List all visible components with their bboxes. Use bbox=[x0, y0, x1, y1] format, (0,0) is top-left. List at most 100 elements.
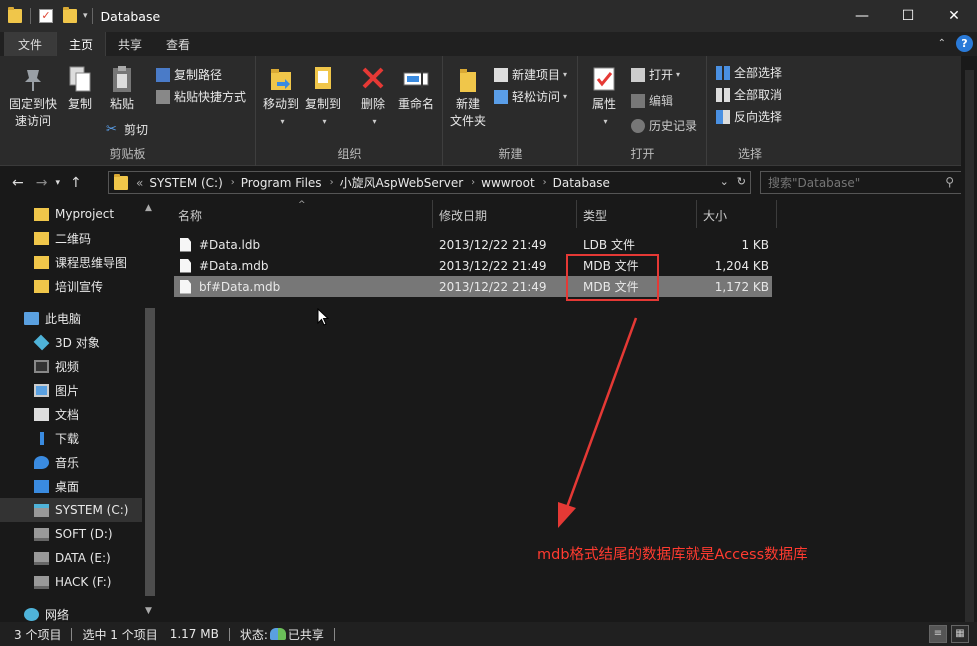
column-divider[interactable] bbox=[776, 200, 777, 228]
nav-item-label: 课程思维导图 bbox=[55, 255, 128, 270]
move-to-button[interactable]: 移动到 ▾ bbox=[261, 64, 301, 130]
up-arrow-icon[interactable]: ↑ bbox=[70, 175, 82, 191]
refresh-icon[interactable]: ↻ bbox=[737, 175, 746, 188]
address-dropdown-icon[interactable]: ⌄ bbox=[720, 175, 729, 188]
nav-item[interactable]: 视频 bbox=[0, 354, 143, 378]
history-button[interactable]: 历史记录 bbox=[631, 117, 697, 134]
new-folder-label-2: 文件夹 bbox=[449, 114, 486, 128]
nav-item[interactable]: 下载 bbox=[0, 426, 143, 450]
properties-icon[interactable]: ✓ bbox=[39, 9, 53, 23]
crumb-aspwebserver[interactable]: 小旋风AspWebServer bbox=[340, 174, 464, 191]
nav-item[interactable]: DATA (E:) bbox=[0, 546, 143, 570]
paste-shortcut-button[interactable]: 粘贴快捷方式 bbox=[156, 88, 246, 105]
nav-item[interactable]: HACK (F:) bbox=[0, 570, 143, 594]
tab-file[interactable]: 文件 bbox=[4, 32, 57, 56]
nav-item[interactable]: SYSTEM (C:) bbox=[0, 498, 143, 522]
file-row[interactable]: #Data.mdb 2013/12/22 21:49 MDB 文件 1,204 KB bbox=[174, 255, 772, 276]
clipboard-group-label: 剪贴板 bbox=[109, 147, 146, 161]
help-icon[interactable]: ? bbox=[956, 35, 973, 52]
search-box: ⚲ bbox=[760, 171, 963, 194]
file-row[interactable]: #Data.ldb 2013/12/22 21:49 LDB 文件 1 KB bbox=[174, 234, 772, 255]
overflow-crumb[interactable]: « bbox=[136, 176, 143, 190]
column-header-type[interactable]: 类型 bbox=[583, 200, 607, 230]
address-bar[interactable]: « SYSTEM (C:) › Program Files › 小旋风AspWe… bbox=[108, 171, 751, 194]
nav-scrollbar[interactable]: ▲ ▼ bbox=[142, 200, 157, 622]
back-arrow-icon[interactable]: ← bbox=[12, 175, 24, 191]
open-label: 打开 bbox=[649, 68, 674, 82]
edit-button[interactable]: 编辑 bbox=[631, 92, 673, 109]
highlight-box bbox=[566, 254, 659, 301]
select-none-button[interactable]: 全部取消 bbox=[716, 86, 782, 103]
customize-quick-access-icon[interactable]: ▾ bbox=[83, 11, 88, 21]
nav-item[interactable]: 图片 bbox=[0, 378, 143, 402]
select-all-button[interactable]: 全部选择 bbox=[716, 64, 782, 81]
crumb-wwwroot[interactable]: wwwroot bbox=[481, 176, 535, 190]
collapse-ribbon-icon[interactable]: ⌃ bbox=[938, 38, 946, 49]
properties-button[interactable]: 属性 ▾ bbox=[585, 64, 623, 130]
crumb-system-drive[interactable]: SYSTEM (C:) bbox=[149, 176, 222, 190]
copy-path-label: 复制路径 bbox=[174, 68, 223, 82]
open-button[interactable]: 打开 ▾ bbox=[631, 66, 680, 83]
nav-scroll-thumb[interactable] bbox=[145, 308, 155, 596]
annotation-arrow bbox=[558, 317, 638, 528]
nav-item[interactable]: 二维码 bbox=[0, 226, 143, 250]
file-row[interactable]: bf#Data.mdb 2013/12/22 21:49 MDB 文件 1,172 K… bbox=[174, 276, 772, 297]
recent-locations-icon[interactable]: ▾ bbox=[55, 178, 60, 188]
chevron-right-icon[interactable]: › bbox=[330, 177, 334, 188]
tab-share[interactable]: 共享 bbox=[106, 32, 154, 56]
cut-button[interactable]: ✂ 剪切 bbox=[106, 121, 148, 138]
new-folder-button[interactable]: 新建 文件夹 bbox=[448, 64, 488, 130]
move-to-dropdown-icon: ▾ bbox=[280, 117, 285, 126]
forward-arrow-icon[interactable]: → bbox=[36, 175, 48, 191]
column-divider[interactable] bbox=[696, 200, 697, 228]
close-button[interactable]: ✕ bbox=[931, 0, 977, 32]
scroll-down-icon[interactable]: ▼ bbox=[145, 606, 152, 616]
nav-item[interactable]: 此电脑 bbox=[0, 306, 143, 330]
nav-item[interactable]: SOFT (D:) bbox=[0, 522, 143, 546]
content-scrollbar[interactable] bbox=[961, 56, 977, 625]
invert-selection-button[interactable]: 反向选择 bbox=[716, 108, 782, 125]
nav-item[interactable]: 3D 对象 bbox=[0, 330, 143, 354]
copy-to-button[interactable]: 复制到 ▾ bbox=[303, 64, 343, 130]
content-scroll-thumb[interactable] bbox=[965, 70, 974, 625]
nav-item[interactable]: Myproject bbox=[0, 202, 143, 226]
edit-icon bbox=[631, 93, 645, 108]
copy-button[interactable]: 复制 bbox=[62, 64, 98, 113]
nav-item-label: 网络 bbox=[45, 607, 70, 622]
easy-access-button[interactable]: 轻松访问 ▾ bbox=[494, 88, 567, 105]
column-header-name[interactable]: 名称 bbox=[178, 200, 202, 230]
nav-item[interactable]: 培训宣传 bbox=[0, 274, 143, 298]
crumb-program-files[interactable]: Program Files bbox=[241, 176, 322, 190]
paste-label: 粘贴 bbox=[109, 97, 134, 111]
column-divider[interactable] bbox=[576, 200, 577, 228]
nav-item[interactable]: 课程思维导图 bbox=[0, 250, 143, 274]
folder-icon bbox=[114, 173, 128, 190]
column-header-modified[interactable]: 修改日期 bbox=[439, 200, 487, 230]
crumb-database[interactable]: Database bbox=[553, 176, 610, 190]
large-icons-view-icon[interactable]: ▦ bbox=[951, 625, 969, 643]
chevron-right-icon[interactable]: › bbox=[231, 177, 235, 188]
copy-path-button[interactable]: 复制路径 bbox=[156, 66, 222, 83]
column-header-size[interactable]: 大小 bbox=[703, 200, 727, 230]
chevron-right-icon[interactable]: › bbox=[471, 177, 475, 188]
rename-button[interactable]: 重命名 bbox=[393, 64, 439, 113]
pin-quick-access-button[interactable]: 固定到快 速访问 bbox=[6, 64, 60, 130]
file-size: 1,172 KB bbox=[694, 276, 769, 297]
nav-item[interactable]: 桌面 bbox=[0, 474, 143, 498]
chevron-right-icon[interactable]: › bbox=[543, 177, 547, 188]
delete-button[interactable]: 删除 ▾ bbox=[357, 64, 389, 130]
new-folder-icon[interactable] bbox=[63, 7, 77, 23]
column-divider[interactable] bbox=[432, 200, 433, 228]
paste-button[interactable]: 粘贴 bbox=[104, 64, 140, 113]
nav-item[interactable]: 音乐 bbox=[0, 450, 143, 474]
new-item-button[interactable]: 新建项目 ▾ bbox=[494, 66, 567, 83]
details-view-icon[interactable]: ≡ bbox=[929, 625, 947, 643]
search-icon[interactable]: ⚲ bbox=[945, 175, 954, 189]
maximize-button[interactable]: ☐ bbox=[885, 0, 931, 32]
search-input[interactable] bbox=[761, 175, 931, 190]
nav-item[interactable]: 文档 bbox=[0, 402, 143, 426]
minimize-button[interactable]: — bbox=[839, 0, 885, 32]
scroll-up-icon[interactable]: ▲ bbox=[145, 203, 152, 213]
tab-view[interactable]: 查看 bbox=[154, 32, 202, 56]
tab-home[interactable]: 主页 bbox=[56, 32, 107, 56]
